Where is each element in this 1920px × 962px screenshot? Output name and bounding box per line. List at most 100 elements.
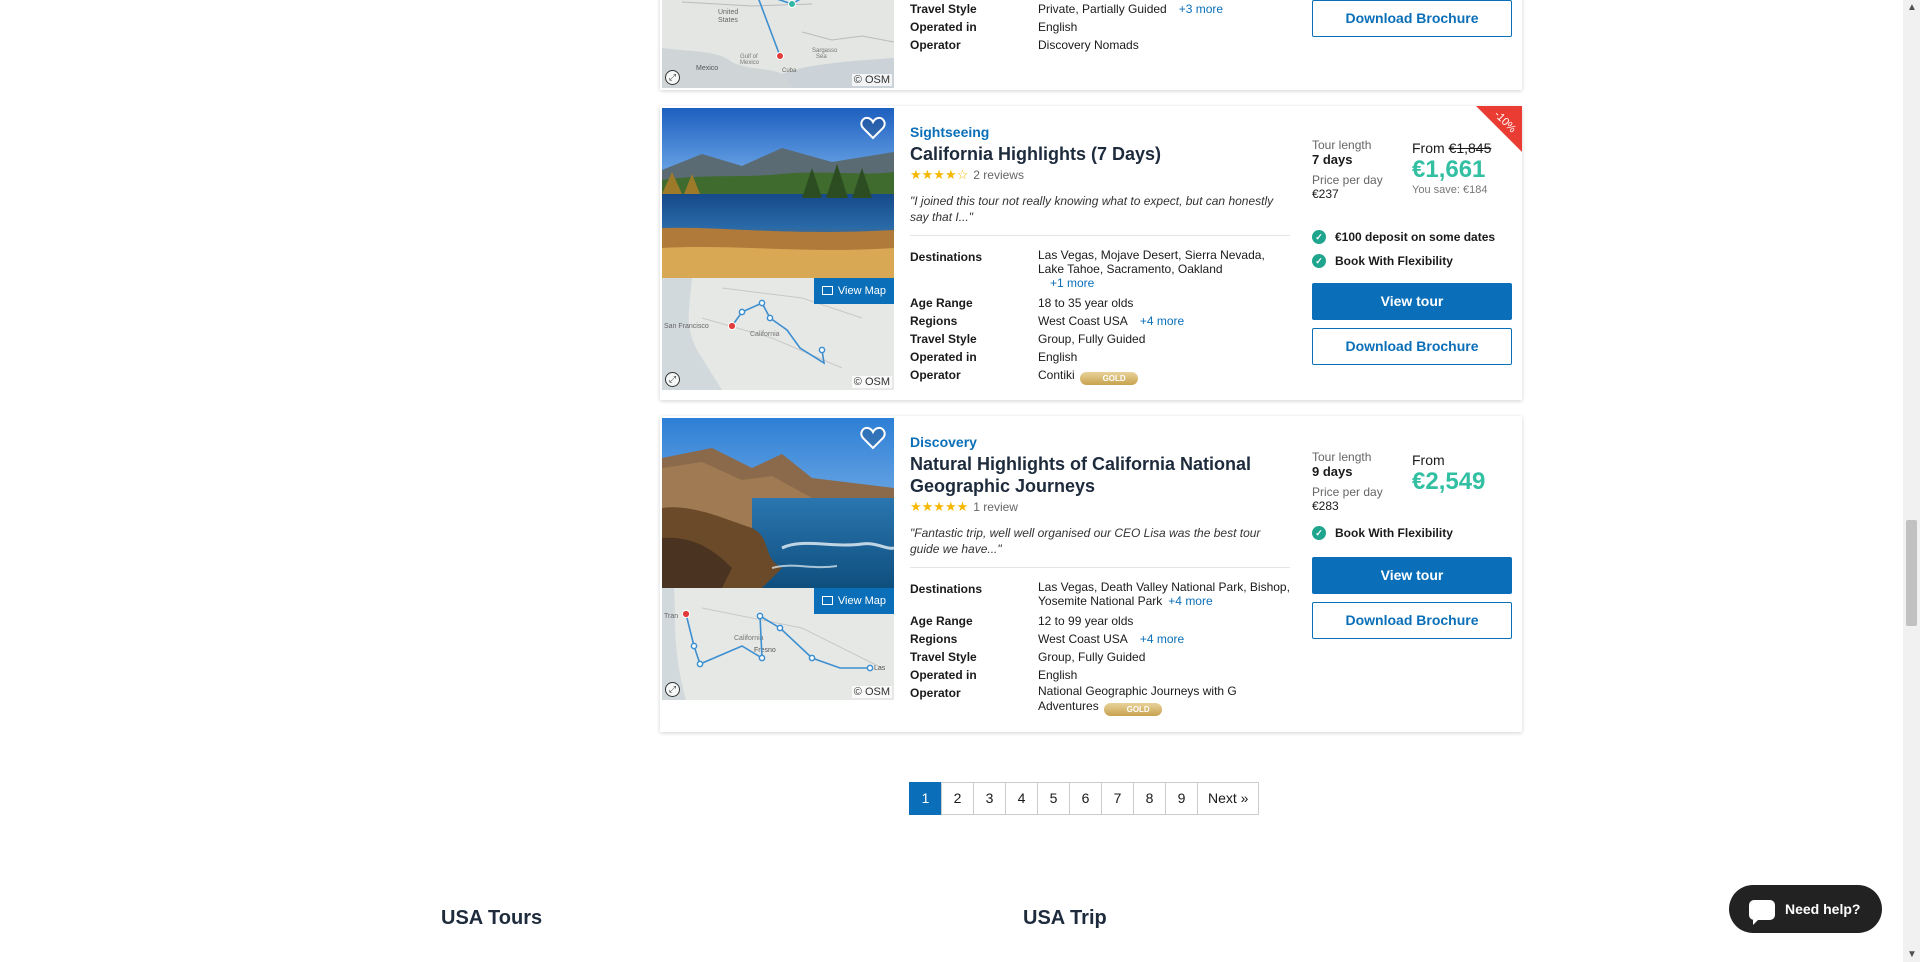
operator-value[interactable]: Contiki — [1038, 368, 1075, 382]
old-price: €1,845 — [1448, 140, 1492, 156]
reviews-count[interactable]: 2 reviews — [973, 168, 1024, 182]
page-link-6[interactable]: 6 — [1069, 782, 1102, 815]
more-link[interactable]: +4 more — [1168, 594, 1212, 608]
fact-label: Destinations — [910, 250, 983, 264]
svg-text:States: States — [718, 17, 738, 24]
scrollbar-thumb[interactable] — [1906, 520, 1917, 626]
fact-label: Regions — [910, 632, 958, 646]
age-value: 18 to 35 year olds — [1038, 296, 1134, 310]
view-map-label: View Map — [837, 285, 886, 297]
star-rating: ★★★★★ — [910, 499, 969, 514]
fact-row: Travel Style Group, Fully Guided — [910, 330, 1290, 348]
more-link[interactable]: +4 more — [1140, 632, 1184, 646]
page-link-8[interactable]: 8 — [1133, 782, 1166, 815]
download-brochure-button[interactable]: Download Brochure — [1312, 602, 1512, 639]
check-icon: ✓ — [1312, 526, 1326, 540]
heart-icon[interactable] — [860, 116, 886, 140]
travel-style-value: Group, Fully Guided — [1038, 650, 1146, 664]
fact-row: Travel Style Private, Partially Guided +3… — [910, 0, 1290, 18]
svg-text:Sea: Sea — [816, 54, 827, 60]
fact-row: Operator Contiki GOLD — [910, 366, 1290, 385]
page-link-5[interactable]: 5 — [1037, 782, 1070, 815]
fact-row: Age Range 18 to 35 year olds — [910, 294, 1290, 312]
svg-text:California: California — [734, 635, 764, 642]
fact-value: English — [1038, 20, 1078, 34]
regions-value: West Coast USA — [1038, 314, 1128, 328]
page-link-3[interactable]: 3 — [973, 782, 1006, 815]
svg-text:Cuba: Cuba — [782, 68, 797, 74]
more-link[interactable]: +3 more — [1179, 2, 1223, 16]
page-link-1[interactable]: 1 — [909, 782, 942, 815]
travel-style-link[interactable]: Sightseeing — [910, 124, 1290, 140]
fact-row: Operated in English — [910, 666, 1290, 684]
tour-card: Tran California Fresno Las View Map ⤢ © … — [660, 416, 1522, 732]
reviews-count[interactable]: 1 review — [973, 500, 1018, 514]
discount-label: -10% — [1491, 108, 1519, 136]
page-link-2[interactable]: 2 — [941, 782, 974, 815]
travel-style-value: Group, Fully Guided — [1038, 332, 1146, 346]
download-brochure-button[interactable]: Download Brochure — [1312, 0, 1512, 37]
destinations-value: Las Vegas, Mojave Desert, Sierra Nevada,… — [1038, 248, 1265, 276]
tour-title[interactable]: California Highlights (7 Days) — [910, 143, 1290, 165]
gold-badge: GOLD — [1103, 703, 1162, 716]
fact-value: Discovery Nomads — [1038, 38, 1139, 52]
language-value: English — [1038, 668, 1078, 682]
fact-row: Operator Discovery Nomads — [910, 36, 1290, 54]
tour-card: San Francisco California Nevada View Map… — [660, 106, 1522, 400]
regions-value: West Coast USA — [1038, 632, 1128, 646]
fact-label: Operated in — [910, 350, 977, 364]
price-per-day-value: €283 — [1312, 499, 1339, 513]
page-link-4[interactable]: 4 — [1005, 782, 1038, 815]
chat-icon — [1749, 900, 1775, 926]
more-link[interactable]: +4 more — [1140, 314, 1184, 328]
map-expand-icon[interactable]: ⤢ — [665, 372, 680, 387]
view-tour-button[interactable]: View tour — [1312, 283, 1512, 320]
fact-label: Regions — [910, 314, 958, 328]
fact-row: Destinations Las Vegas, Death Valley Nat… — [910, 580, 1290, 608]
review-quote: "I joined this tour not really knowing w… — [910, 193, 1290, 236]
page-link-7[interactable]: 7 — [1101, 782, 1134, 815]
download-brochure-button[interactable]: Download Brochure — [1312, 328, 1512, 365]
fact-label: Operated in — [910, 668, 977, 682]
tour-photo[interactable] — [662, 418, 894, 588]
travel-style-link[interactable]: Discovery — [910, 434, 1290, 450]
rating[interactable]: ★★★★☆ 2 reviews — [910, 167, 1290, 183]
scroll-up-icon[interactable]: ▲ — [1907, 2, 1917, 13]
tour-title[interactable]: Natural Highlights of California Nationa… — [910, 453, 1290, 497]
fact-label: Travel Style — [910, 650, 977, 664]
from-label: From — [1412, 140, 1445, 156]
heart-icon[interactable] — [860, 426, 886, 450]
fact-label: Operated in — [910, 20, 977, 34]
osm-attribution: © OSM — [851, 376, 892, 388]
view-tour-button[interactable]: View tour — [1312, 557, 1512, 594]
scroll-down-icon[interactable]: ▼ — [1907, 949, 1917, 960]
svg-text:Mexico: Mexico — [696, 65, 718, 72]
tour-map[interactable]: San Francisco California Nevada View Map… — [662, 278, 894, 390]
savings: You save: €184 — [1412, 184, 1488, 196]
view-map-button[interactable]: View Map — [813, 278, 894, 304]
next-page-link[interactable]: Next » — [1197, 782, 1260, 815]
svg-text:Mexico: Mexico — [740, 60, 760, 66]
gold-badge: GOLD — [1079, 372, 1138, 385]
tour-map[interactable]: United States Gulf of Mexico Mexico Sarg… — [662, 0, 894, 88]
map-expand-icon[interactable]: ⤢ — [665, 682, 680, 697]
fact-row: Age Range 12 to 99 year olds — [910, 612, 1290, 630]
fact-row: Operator National Geographic Journeys wi… — [910, 684, 1290, 716]
map-icon — [821, 596, 833, 605]
map-expand-icon[interactable]: ⤢ — [665, 70, 680, 85]
scrollbar[interactable]: ▲ ▼ — [1903, 0, 1920, 962]
fact-row: Destinations Las Vegas, Mojave Desert, S… — [910, 248, 1290, 290]
fact-label: Operator — [910, 368, 961, 382]
page-link-9[interactable]: 9 — [1165, 782, 1198, 815]
tour-photo[interactable] — [662, 108, 894, 278]
more-link[interactable]: +1 more — [1050, 276, 1094, 290]
help-chat-button[interactable]: Need help? — [1729, 885, 1882, 933]
footer-heading-usa-tours: USA Tours — [441, 907, 543, 929]
price-value: €1,661 — [1412, 156, 1486, 183]
tour-map[interactable]: Tran California Fresno Las View Map ⤢ © … — [662, 588, 894, 700]
view-map-button[interactable]: View Map — [813, 588, 894, 614]
fact-row: Regions West Coast USA +4 more — [910, 312, 1290, 330]
feature-check: ✓ Book With Flexibility — [1312, 526, 1512, 540]
rating[interactable]: ★★★★★ 1 review — [910, 499, 1290, 515]
tour-card: United States Gulf of Mexico Mexico Sarg… — [660, 0, 1522, 90]
